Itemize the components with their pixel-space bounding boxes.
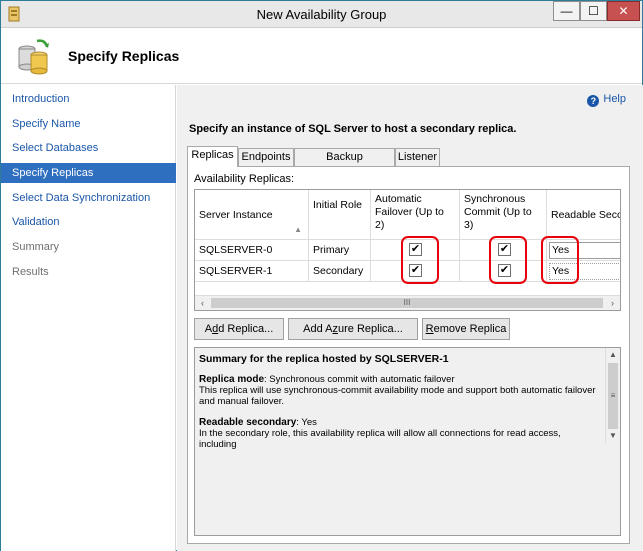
replicas-tab-panel: Availability Replicas: Server Instance ▲… xyxy=(187,166,630,544)
summary-body: Replica mode: Synchronous commit with au… xyxy=(199,374,599,450)
scrollbar-thumb[interactable]: ≡ xyxy=(608,363,618,429)
main-panel: ? Help Specify an instance of SQL Server … xyxy=(177,85,643,551)
maximize-button[interactable]: ☐ xyxy=(580,1,607,21)
col-header-server-instance[interactable]: Server Instance ▲ xyxy=(195,190,309,240)
cell-server-instance[interactable]: SQLSERVER-1 xyxy=(195,261,309,282)
help-link[interactable]: ? Help xyxy=(587,93,626,107)
highlight-automatic-failover xyxy=(401,236,439,284)
readable-secondary-description: In the secondary role, this availability… xyxy=(199,428,561,450)
sidebar-item-introduction[interactable]: Introduction xyxy=(1,89,176,109)
add-replica-button[interactable]: Add Replica... xyxy=(194,318,284,340)
button-label-part: Add A xyxy=(303,323,333,335)
button-label-part: ure Replica... xyxy=(338,323,403,335)
sort-icon: ▲ xyxy=(294,225,302,234)
highlight-readable-secondary xyxy=(541,236,579,284)
scroll-right-icon[interactable]: › xyxy=(605,296,620,310)
page-title: Specify Replicas xyxy=(68,48,180,64)
sidebar-item-specify-replicas[interactable]: Specify Replicas xyxy=(1,163,176,183)
wizard-window: New Availability Group — ☐ ✕ Specify Rep… xyxy=(0,0,643,551)
sidebar-item-select-data-sync[interactable]: Select Data Synchronization xyxy=(1,188,176,208)
summary-title: Summary for the replica hosted by SQLSER… xyxy=(199,353,449,365)
sidebar-item-validation[interactable]: Validation xyxy=(1,212,176,232)
title-bar: New Availability Group — ☐ ✕ xyxy=(1,1,642,28)
button-label-part: A xyxy=(204,323,213,335)
add-azure-replica-button[interactable]: Add Azure Replica... xyxy=(288,318,418,340)
help-label: Help xyxy=(603,93,626,105)
replica-mode-description: This replica will use synchronous-commit… xyxy=(199,385,596,407)
sidebar-item-select-databases[interactable]: Select Databases xyxy=(1,138,176,158)
readable-secondary-line: Readable secondary: Yes xyxy=(199,417,599,428)
col-header-initial-role[interactable]: Initial Role xyxy=(309,190,371,240)
scrollbar-thumb[interactable]: III xyxy=(211,298,603,308)
sidebar-item-summary: Summary xyxy=(12,241,60,253)
help-icon: ? xyxy=(587,95,600,107)
highlight-synchronous-commit xyxy=(489,236,527,284)
col-header-readable-secondary[interactable]: Readable Secon xyxy=(547,190,620,240)
tab-listener[interactable]: Listener xyxy=(395,148,440,166)
summary-vertical-scrollbar[interactable]: ▲ ≡ ▼ xyxy=(605,348,620,443)
cell-initial-role: Secondary xyxy=(309,261,371,282)
tab-backup-preferences[interactable]: Backup Preferences xyxy=(294,148,395,179)
cell-initial-role: Primary xyxy=(309,240,371,261)
replicas-grid[interactable]: Server Instance ▲ Initial Role Automatic… xyxy=(194,189,621,311)
tab-replicas[interactable]: Replicas xyxy=(187,146,238,167)
readable-secondary-key: Readable secondary xyxy=(199,417,297,428)
scroll-left-icon[interactable]: ‹ xyxy=(195,296,210,310)
button-label-part: d Replica... xyxy=(218,323,274,335)
replica-summary-panel: Summary for the replica hosted by SQLSER… xyxy=(194,347,621,536)
replica-mode-line: Replica mode: Synchronous commit with au… xyxy=(199,374,599,385)
page-header: Specify Replicas xyxy=(1,29,642,84)
availability-group-icon xyxy=(18,39,49,75)
minimize-button[interactable]: — xyxy=(553,1,580,21)
sidebar-item-specify-name[interactable]: Specify Name xyxy=(1,114,176,134)
scroll-down-icon[interactable]: ▼ xyxy=(606,429,620,443)
col-header-automatic-failover[interactable]: Automatic Failover (Up to 2) xyxy=(371,190,460,240)
close-button[interactable]: ✕ xyxy=(607,1,640,21)
scroll-up-icon[interactable]: ▲ xyxy=(606,348,620,362)
button-label-accelerator: R xyxy=(425,323,434,335)
remove-replica-button[interactable]: Remove Replica xyxy=(422,318,510,340)
wizard-sidebar: Introduction Specify Name Select Databas… xyxy=(1,85,176,551)
button-label-part: emove Replica xyxy=(433,323,507,335)
tab-endpoints[interactable]: Endpoints xyxy=(238,148,294,166)
instruction-text: Specify an instance of SQL Server to hos… xyxy=(189,123,517,135)
readable-secondary-value: : Yes xyxy=(296,417,317,428)
cell-server-instance[interactable]: SQLSERVER-0 xyxy=(195,240,309,261)
grid-horizontal-scrollbar[interactable]: ‹ III › xyxy=(195,295,620,310)
col-header-synchronous-commit[interactable]: Synchronous Commit (Up to 3) xyxy=(460,190,547,240)
replica-mode-value: : Synchronous commit with automatic fail… xyxy=(264,374,455,385)
sidebar-item-results: Results xyxy=(12,266,49,278)
window-title: New Availability Group xyxy=(256,7,387,22)
col-header-label: Server Instance xyxy=(199,209,273,221)
grid-label: Availability Replicas: xyxy=(194,173,295,185)
replica-mode-key: Replica mode xyxy=(199,374,265,385)
